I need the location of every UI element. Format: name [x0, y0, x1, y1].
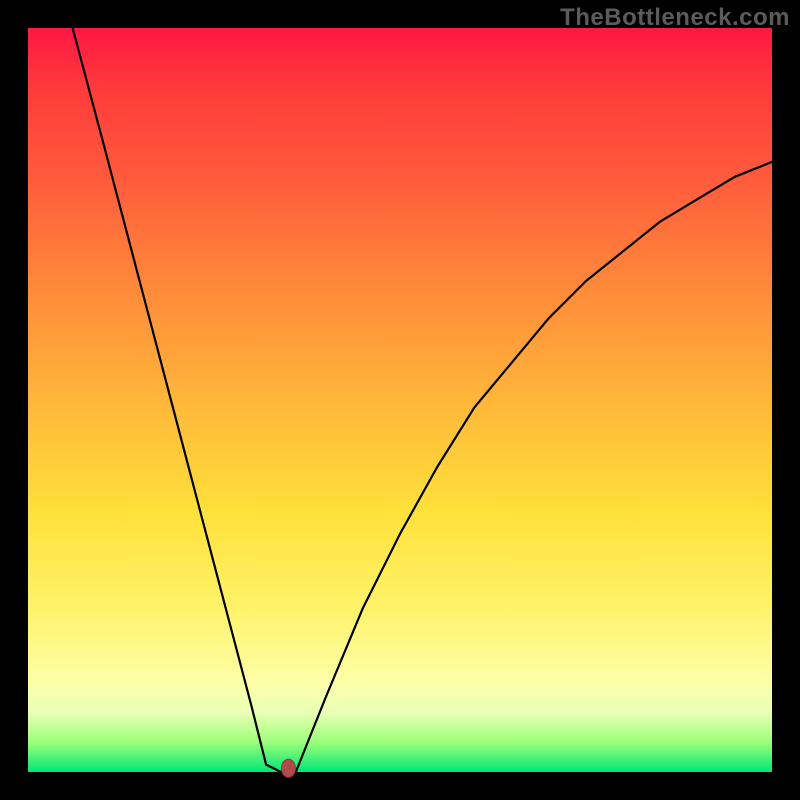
chart-frame: TheBottleneck.com — [0, 0, 800, 800]
plot-area — [28, 28, 772, 772]
curve-layer — [28, 28, 772, 772]
bottleneck-curve — [73, 28, 772, 772]
min-marker — [281, 759, 295, 777]
